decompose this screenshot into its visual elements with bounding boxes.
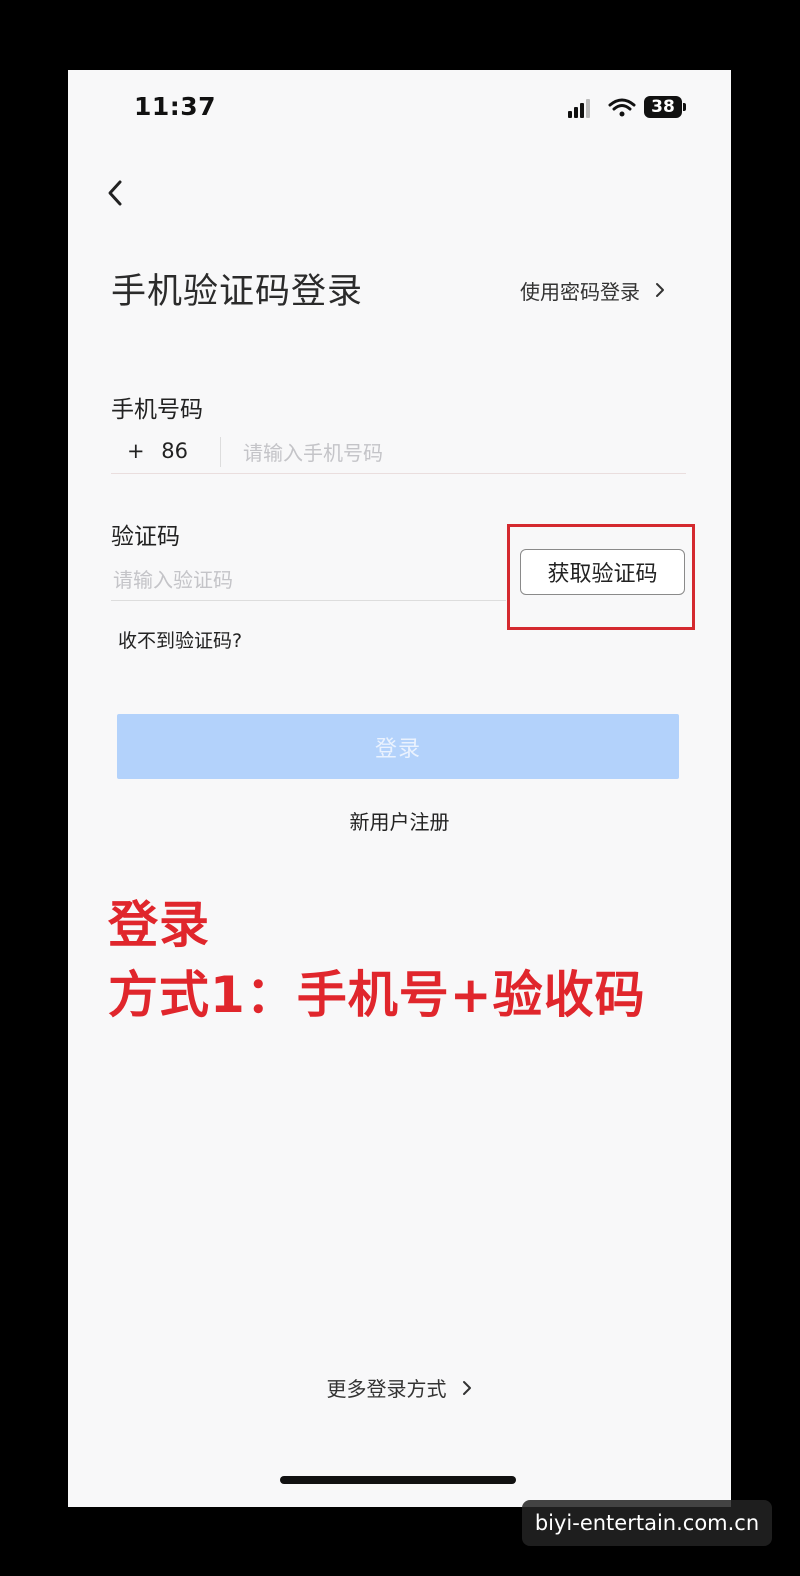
password-login-label: 使用密码登录: [520, 279, 640, 304]
status-time: 11:37: [134, 92, 217, 121]
chevron-right-icon: [462, 1380, 471, 1395]
phone-input[interactable]: [241, 435, 665, 471]
no-code-link[interactable]: 收不到验证码?: [118, 626, 242, 653]
country-code-value: 86: [161, 439, 189, 463]
back-button[interactable]: [98, 170, 138, 216]
login-button[interactable]: 登录: [117, 714, 679, 779]
register-link[interactable]: 新用户注册: [68, 806, 731, 835]
phone-label: 手机号码: [111, 397, 203, 423]
page-title: 手机验证码登录: [111, 272, 364, 312]
watermark: biyi-entertain.com.cn: [522, 1500, 772, 1546]
home-indicator: [280, 1476, 516, 1484]
divider: [220, 437, 221, 467]
annotation-subtitle: 方式1：手机号+验收码: [108, 966, 646, 1024]
get-code-button[interactable]: 获取验证码: [520, 549, 685, 595]
status-icons: 38: [568, 96, 688, 120]
chevron-right-icon: [656, 283, 664, 297]
chevron-left-icon: [108, 180, 122, 206]
wifi-icon: [608, 98, 636, 117]
battery-icon: 38: [644, 96, 682, 118]
battery-tip: [683, 103, 686, 111]
phone-screen: 11:37 38 手机验证码登录 使用密码登录 手机号码 + 86 请输入手机号…: [68, 70, 731, 1507]
code-input-row: [111, 562, 506, 601]
code-label: 验证码: [111, 524, 180, 550]
annotation-title: 登录: [108, 896, 210, 954]
country-code-selector[interactable]: + 86: [127, 439, 188, 463]
battery-level: 38: [651, 97, 675, 117]
password-login-link[interactable]: 使用密码登录: [520, 275, 666, 305]
more-login-methods-link[interactable]: 更多登录方式: [68, 1373, 731, 1402]
signal-icon: [568, 99, 590, 118]
more-login-methods-label: 更多登录方式: [326, 1377, 447, 1401]
code-input[interactable]: [111, 562, 495, 598]
country-code-plus: +: [127, 439, 145, 463]
phone-input-row: + 86: [111, 435, 686, 474]
